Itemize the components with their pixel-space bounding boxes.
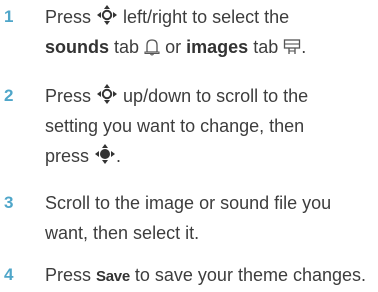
step-number: 3 — [4, 193, 14, 212]
step-text-segment: left/right to select the — [123, 7, 290, 27]
save-key-label: Save — [96, 268, 130, 285]
step-text-segment: Press — [45, 265, 92, 285]
step-text-segment: up/down to scroll to the — [123, 86, 309, 106]
images-keyword: images — [186, 37, 249, 57]
step-number: 4 — [4, 265, 14, 284]
sounds-keyword: sounds — [45, 37, 110, 57]
images-tab-icon — [283, 38, 301, 56]
step-text-segment: Press — [45, 86, 92, 106]
step-text-segment: want, then select it. — [45, 223, 200, 243]
step-number: 1 — [4, 7, 14, 26]
nav-key-icon — [96, 83, 118, 105]
step-text: Press left/right to select the sounds ta… — [45, 2, 375, 62]
step-text-segment: tab — [114, 37, 140, 57]
step-text: Press up/down to scroll to the setting y… — [45, 81, 375, 171]
step-text-segment: tab — [253, 37, 279, 57]
step-text: Press Save to save your theme changes. — [45, 260, 375, 292]
step-text-segment: setting you want to change, then — [45, 116, 305, 136]
instruction-steps: 1 Press left/right to select the sounds … — [0, 0, 378, 290]
step-number: 2 — [4, 86, 14, 105]
nav-key-center-icon — [94, 143, 116, 165]
step-text-segment: Press — [45, 7, 92, 27]
nav-key-icon — [96, 4, 118, 26]
step-text-segment: . — [116, 146, 122, 166]
step-text-segment: or — [165, 37, 182, 57]
step-text-segment: to save your theme changes. — [134, 265, 367, 285]
step-text: Scroll to the image or sound file you wa… — [45, 188, 375, 248]
step-text-segment: . — [301, 37, 307, 57]
step-text-segment: press — [45, 146, 90, 166]
sounds-tab-icon — [144, 38, 160, 56]
step-text-segment: Scroll to the image or sound file you — [45, 193, 332, 213]
